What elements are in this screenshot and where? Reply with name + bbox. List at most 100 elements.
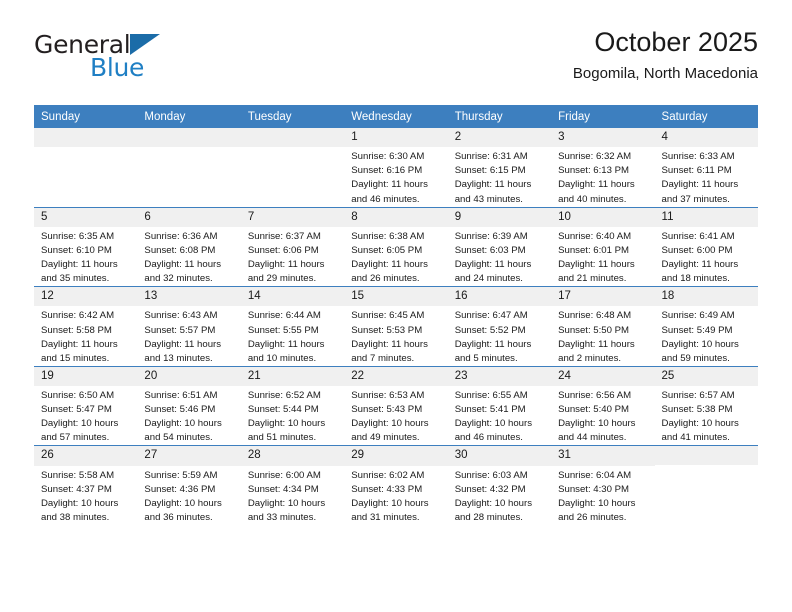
weekday-header-row: Sunday Monday Tuesday Wednesday Thursday… bbox=[34, 105, 758, 128]
day-number: 9 bbox=[447, 207, 552, 227]
calendar-body: 1 Sunrise: 6:30 AM Sunset: 6:16 PM Dayli… bbox=[34, 128, 758, 525]
daylight-text-line1: Daylight: 10 hours bbox=[558, 497, 636, 509]
sunrise-text: Sunrise: 6:38 AM bbox=[351, 230, 425, 242]
daylight-text-line1: Daylight: 11 hours bbox=[558, 179, 635, 191]
page-title: October 2025 bbox=[594, 27, 758, 57]
week-row: 1 Sunrise: 6:30 AM Sunset: 6:16 PM Dayli… bbox=[34, 128, 758, 208]
daylight-text-line1: Daylight: 10 hours bbox=[661, 418, 739, 430]
sunset-text: Sunset: 6:13 PM bbox=[558, 165, 630, 177]
sunset-text: Sunset: 5:47 PM bbox=[41, 404, 112, 416]
day-cell: 9 Sunrise: 6:39 AM Sunset: 6:03 PM Dayli… bbox=[447, 206, 552, 287]
daylight-text-line2: and 26 minutes. bbox=[558, 511, 627, 523]
day-details: Sunrise: 6:35 AM Sunset: 6:10 PM Dayligh… bbox=[34, 227, 137, 286]
sunset-text: Sunset: 5:43 PM bbox=[351, 404, 423, 416]
daylight-text-line2: and 54 minutes. bbox=[144, 432, 213, 444]
sunrise-text: Sunrise: 6:57 AM bbox=[661, 390, 735, 401]
day-cell: 14 Sunrise: 6:44 AM Sunset: 5:55 PM Dayl… bbox=[240, 286, 345, 367]
day-number: 25 bbox=[654, 366, 758, 386]
day-number: 5 bbox=[34, 207, 138, 227]
day-number bbox=[34, 128, 138, 147]
daylight-text-line2: and 46 minutes. bbox=[454, 432, 523, 444]
day-number: 30 bbox=[447, 446, 552, 466]
title-block: October 2025 Bogomila, North Macedonia bbox=[572, 27, 758, 82]
sunrise-text: Sunrise: 6:32 AM bbox=[558, 151, 632, 163]
sunset-text: Sunset: 6:00 PM bbox=[661, 244, 733, 256]
sunset-text: Sunset: 4:32 PM bbox=[454, 483, 526, 495]
day-number: 12 bbox=[34, 287, 138, 307]
day-details: Sunrise: 6:48 AM Sunset: 5:50 PM Dayligh… bbox=[551, 306, 654, 365]
daylight-text-line2: and 7 minutes. bbox=[351, 352, 415, 364]
day-details: Sunrise: 6:53 AM Sunset: 5:43 PM Dayligh… bbox=[344, 386, 447, 445]
logo-triangle-icon bbox=[130, 34, 160, 55]
day-number: 7 bbox=[240, 207, 345, 227]
sunset-text: Sunset: 6:15 PM bbox=[454, 165, 526, 177]
sunset-text: Sunset: 4:30 PM bbox=[558, 483, 630, 495]
daylight-text-line1: Daylight: 10 hours bbox=[558, 418, 636, 430]
daylight-text-line2: and 10 minutes. bbox=[247, 352, 317, 364]
day-cell: 21 Sunrise: 6:52 AM Sunset: 5:44 PM Dayl… bbox=[240, 365, 345, 446]
weekday-header-friday: Friday bbox=[551, 105, 655, 128]
day-details: Sunrise: 6:52 AM Sunset: 5:44 PM Dayligh… bbox=[241, 386, 344, 445]
sunset-text: Sunset: 6:08 PM bbox=[144, 244, 216, 256]
page-subtitle-location: Bogomila, North Macedonia bbox=[572, 64, 758, 82]
page-header: General Blue October 2025 Bogomila, Nort… bbox=[34, 27, 758, 98]
day-number bbox=[240, 128, 345, 147]
sunrise-text: Sunrise: 6:43 AM bbox=[144, 310, 218, 322]
calendar-grid: Sunday Monday Tuesday Wednesday Thursday… bbox=[34, 105, 758, 525]
daylight-text-line1: Daylight: 10 hours bbox=[454, 418, 533, 430]
daylight-text-line2: and 57 minutes. bbox=[41, 432, 110, 444]
day-details: Sunrise: 6:31 AM Sunset: 6:15 PM Dayligh… bbox=[448, 147, 551, 206]
day-details: Sunrise: 5:58 AM Sunset: 4:37 PM Dayligh… bbox=[34, 466, 137, 525]
daylight-text-line1: Daylight: 10 hours bbox=[144, 497, 222, 509]
day-cell: 8 Sunrise: 6:38 AM Sunset: 6:05 PM Dayli… bbox=[344, 206, 448, 287]
day-details: Sunrise: 6:56 AM Sunset: 5:40 PM Dayligh… bbox=[551, 386, 654, 445]
week-row: 12 Sunrise: 6:42 AM Sunset: 5:58 PM Dayl… bbox=[34, 286, 758, 367]
day-cell: 17 Sunrise: 6:48 AM Sunset: 5:50 PM Dayl… bbox=[551, 286, 655, 367]
daylight-text-line1: Daylight: 11 hours bbox=[247, 338, 325, 350]
daylight-text-line2: and 31 minutes. bbox=[351, 511, 420, 523]
daylight-text-line2: and 44 minutes. bbox=[558, 432, 627, 444]
daylight-text-line1: Daylight: 11 hours bbox=[661, 259, 739, 270]
day-details: Sunrise: 6:57 AM Sunset: 5:38 PM Dayligh… bbox=[655, 386, 758, 445]
day-details: Sunrise: 6:02 AM Sunset: 4:33 PM Dayligh… bbox=[344, 466, 447, 525]
sunrise-text: Sunrise: 6:41 AM bbox=[661, 230, 735, 242]
day-details: Sunrise: 6:42 AM Sunset: 5:58 PM Dayligh… bbox=[34, 306, 137, 365]
daylight-text-line2: and 33 minutes. bbox=[247, 511, 317, 523]
daylight-text-line2: and 21 minutes. bbox=[558, 273, 627, 285]
day-number: 24 bbox=[551, 366, 655, 386]
general-blue-logo: General Blue bbox=[34, 32, 234, 90]
calendar-page: General Blue October 2025 Bogomila, Nort… bbox=[0, 0, 792, 612]
day-details: Sunrise: 6:40 AM Sunset: 6:01 PM Dayligh… bbox=[551, 227, 654, 286]
weekday-header-sunday: Sunday bbox=[34, 105, 138, 128]
day-number: 2 bbox=[447, 128, 552, 148]
daylight-text-line1: Daylight: 10 hours bbox=[41, 497, 119, 509]
sunset-text: Sunset: 5:40 PM bbox=[558, 404, 630, 416]
daylight-text-line2: and 40 minutes. bbox=[558, 193, 627, 205]
day-number: 23 bbox=[447, 366, 552, 386]
sunrise-text: Sunrise: 6:30 AM bbox=[351, 151, 425, 163]
sunrise-text: Sunrise: 6:52 AM bbox=[247, 390, 321, 401]
day-cell bbox=[137, 128, 241, 208]
day-details: Sunrise: 6:03 AM Sunset: 4:32 PM Dayligh… bbox=[448, 466, 551, 525]
day-number: 27 bbox=[137, 446, 241, 466]
sunrise-text: Sunrise: 6:33 AM bbox=[661, 151, 735, 163]
sunset-text: Sunset: 5:55 PM bbox=[247, 324, 319, 336]
daylight-text-line1: Daylight: 11 hours bbox=[247, 259, 325, 270]
day-number: 21 bbox=[240, 366, 345, 386]
day-details: Sunrise: 6:51 AM Sunset: 5:46 PM Dayligh… bbox=[137, 386, 240, 445]
day-cell: 6 Sunrise: 6:36 AM Sunset: 6:08 PM Dayli… bbox=[137, 206, 241, 287]
daylight-text-line1: Daylight: 11 hours bbox=[558, 259, 635, 270]
daylight-text-line1: Daylight: 10 hours bbox=[454, 497, 533, 509]
sunrise-text: Sunrise: 6:35 AM bbox=[41, 230, 115, 242]
day-number: 17 bbox=[551, 287, 655, 307]
daylight-text-line1: Daylight: 10 hours bbox=[144, 418, 222, 430]
sunrise-text: Sunrise: 6:51 AM bbox=[144, 390, 218, 401]
day-number: 18 bbox=[654, 287, 758, 307]
day-details bbox=[655, 465, 758, 468]
sunrise-text: Sunrise: 6:31 AM bbox=[454, 151, 528, 163]
day-details: Sunrise: 6:44 AM Sunset: 5:55 PM Dayligh… bbox=[241, 306, 344, 365]
sunrise-text: Sunrise: 6:56 AM bbox=[558, 390, 632, 401]
sunrise-text: Sunrise: 6:55 AM bbox=[454, 390, 528, 401]
sunrise-text: Sunrise: 6:04 AM bbox=[558, 469, 632, 481]
daylight-text-line1: Daylight: 11 hours bbox=[661, 179, 739, 191]
